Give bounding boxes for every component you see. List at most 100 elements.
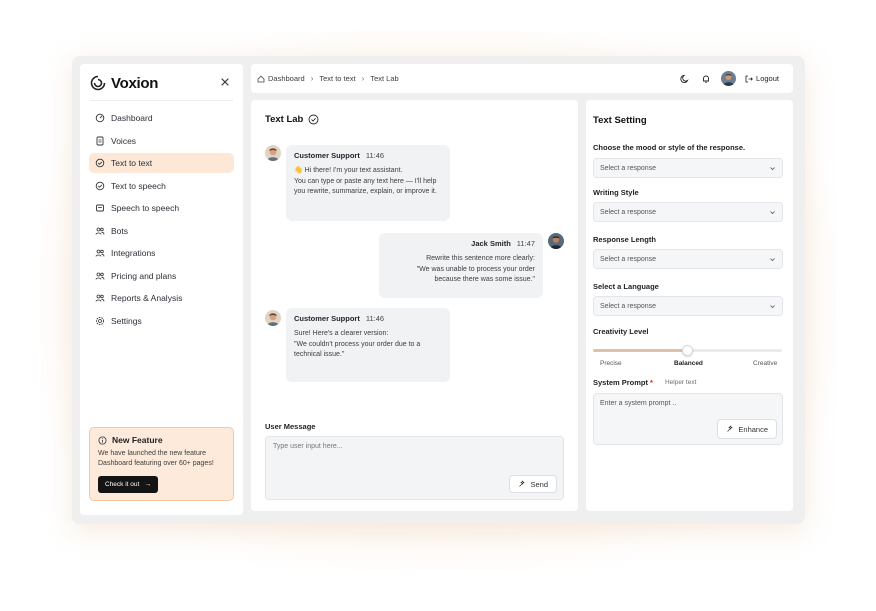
check-it-out-button[interactable]: Check it out → xyxy=(98,476,159,493)
moon-icon[interactable] xyxy=(680,74,690,84)
sidebar-item-label: Integrations xyxy=(111,248,156,258)
user-message-label: User Message xyxy=(265,422,316,431)
mood-select[interactable]: Select a response xyxy=(593,158,783,178)
chevron-down-icon xyxy=(770,167,775,171)
page-title-text: Text Lab xyxy=(265,114,304,125)
writing-style-select-value: Select a response xyxy=(600,208,657,216)
new-feature-card: New Feature We have launched the new fea… xyxy=(89,427,234,501)
sidebar-nav: Dashboard Voices Text to text Text to sp… xyxy=(89,108,234,333)
scale-label-precise: Precise xyxy=(600,360,622,367)
gear-icon xyxy=(95,316,105,325)
brand-name: Voxion xyxy=(111,74,159,92)
close-icon[interactable] xyxy=(219,76,231,88)
logout-button[interactable]: Logout xyxy=(745,74,779,83)
breadcrumb-item-dashboard[interactable]: Dashboard xyxy=(268,74,305,83)
language-label: Select a Language xyxy=(593,282,659,291)
brand-logo-icon xyxy=(90,75,106,91)
sidebar-item-voices[interactable]: Voices xyxy=(89,131,234,151)
avatar[interactable] xyxy=(721,71,737,86)
sidebar-item-settings[interactable]: Settings xyxy=(89,311,234,331)
home-icon xyxy=(257,75,265,82)
user-message-input[interactable]: Type user input here... Send xyxy=(265,436,564,500)
feature-description: We have launched the new feature Dashboa… xyxy=(98,450,214,467)
system-prompt-input[interactable]: Enter a system prompt .. Enhance xyxy=(593,393,783,445)
sidebar-item-integrations[interactable]: Integrations xyxy=(89,243,234,263)
message-text: Rewrite this sentence more clearly: "We … xyxy=(416,255,535,283)
creativity-slider[interactable] xyxy=(593,345,782,356)
sidebar-item-label: Dashboard xyxy=(111,113,153,123)
chat-message: Jack Smith 11:47 Rewrite this sentence m… xyxy=(379,233,543,298)
sidebar-item-label: Pricing and plans xyxy=(111,270,177,281)
logout-icon xyxy=(745,75,753,82)
sidebar-item-pricing[interactable]: Pricing and plans xyxy=(89,266,234,286)
sidebar-item-label: Bots xyxy=(111,225,129,236)
sidebar-item-dashboard[interactable]: Dashboard xyxy=(89,108,234,128)
users-icon xyxy=(95,249,105,257)
sidebar-item-text-to-text[interactable]: Text to text xyxy=(89,153,234,173)
brand: Voxion xyxy=(90,73,158,93)
language-select-value: Select a response xyxy=(600,302,657,310)
enhance-label: Enhance xyxy=(738,424,768,434)
message-header: Customer Support 11:46 xyxy=(294,151,442,160)
creativity-label: Creativity Level xyxy=(593,327,649,336)
sparkle-icon xyxy=(727,425,734,432)
check-circle-icon xyxy=(308,114,319,125)
breadcrumb-item-text-lab: Text Lab xyxy=(370,74,399,83)
sidebar-item-label: Speech to speech xyxy=(111,203,180,213)
chevron-down-icon xyxy=(770,258,775,262)
info-icon xyxy=(98,435,107,445)
chat-panel: Text Lab Customer Support 11:46 👋 Hi the… xyxy=(251,100,578,511)
send-button[interactable]: Send xyxy=(509,475,557,493)
message-text: 👋 Hi there! I'm your text assistant. You… xyxy=(294,167,437,195)
sidebar-item-speech-to-speech[interactable]: Speech to speech xyxy=(89,198,234,218)
sidebar-item-bots[interactable]: Bots xyxy=(89,221,234,241)
user-message-placeholder: Type user input here... xyxy=(273,443,343,450)
message-header: Customer Support 11:46 xyxy=(294,314,442,323)
breadcrumb-item-text-to-text[interactable]: Text to text xyxy=(319,74,355,83)
system-prompt-label-text: System Prompt xyxy=(593,378,649,387)
sidebar-item-reports[interactable]: Reports & Analysis xyxy=(89,288,234,308)
creativity-slider-thumb[interactable] xyxy=(682,345,693,356)
message-sender: Customer Support xyxy=(294,151,360,160)
message-header: Jack Smith 11:47 xyxy=(387,239,535,248)
sidebar-item-label: Text to speech xyxy=(111,180,166,191)
system-prompt-label: System Prompt * Helper text xyxy=(593,378,696,387)
topbar: Dashboard › Text to text › Text Lab Logo… xyxy=(251,64,793,93)
message-sender: Jack Smith xyxy=(471,239,511,248)
users-icon xyxy=(95,272,105,280)
page-title: Text Lab xyxy=(265,114,319,125)
helper-text: Helper text xyxy=(664,379,697,386)
language-select[interactable]: Select a response xyxy=(593,296,783,316)
check-circle-icon xyxy=(95,181,105,190)
mood-select-value: Select a response xyxy=(600,164,657,172)
chevron-down-icon xyxy=(770,211,775,215)
sidebar-item-label: Text to text xyxy=(111,158,153,168)
breadcrumb: Dashboard › Text to text › Text Lab xyxy=(257,64,399,93)
bell-icon[interactable] xyxy=(701,74,711,84)
support-avatar xyxy=(265,310,281,326)
chat-message: Customer Support 11:46 👋 Hi there! I'm y… xyxy=(286,145,450,221)
message-text: Sure! Here's a clearer version: "We coul… xyxy=(294,330,421,358)
sparkle-icon xyxy=(519,480,526,487)
feature-title-text: New Feature xyxy=(112,435,163,445)
voices-icon xyxy=(96,136,104,145)
chat-message: Customer Support 11:46 Sure! Here's a cl… xyxy=(286,308,450,382)
scale-label-creative: Creative xyxy=(753,360,778,367)
message-time: 11:47 xyxy=(516,239,535,248)
message-time: 11:46 xyxy=(365,151,385,160)
divider xyxy=(90,100,233,101)
message-sender: Customer Support xyxy=(294,314,360,323)
mood-label: Choose the mood or style of the response… xyxy=(593,143,746,152)
support-avatar xyxy=(265,145,281,161)
settings-title: Text Setting xyxy=(593,115,647,126)
check-circle-icon xyxy=(95,158,105,168)
enhance-button[interactable]: Enhance xyxy=(717,419,777,439)
sidebar-item-text-to-speech[interactable]: Text to speech xyxy=(89,176,234,196)
writing-style-select[interactable]: Select a response xyxy=(593,202,783,222)
chevron-right-icon: › xyxy=(310,74,314,83)
users-icon xyxy=(95,294,105,302)
user-avatar xyxy=(548,233,564,249)
response-length-select[interactable]: Select a response xyxy=(593,249,783,269)
dashboard-icon xyxy=(95,113,105,123)
text-settings-panel: Text Setting Choose the mood or style of… xyxy=(586,100,793,511)
